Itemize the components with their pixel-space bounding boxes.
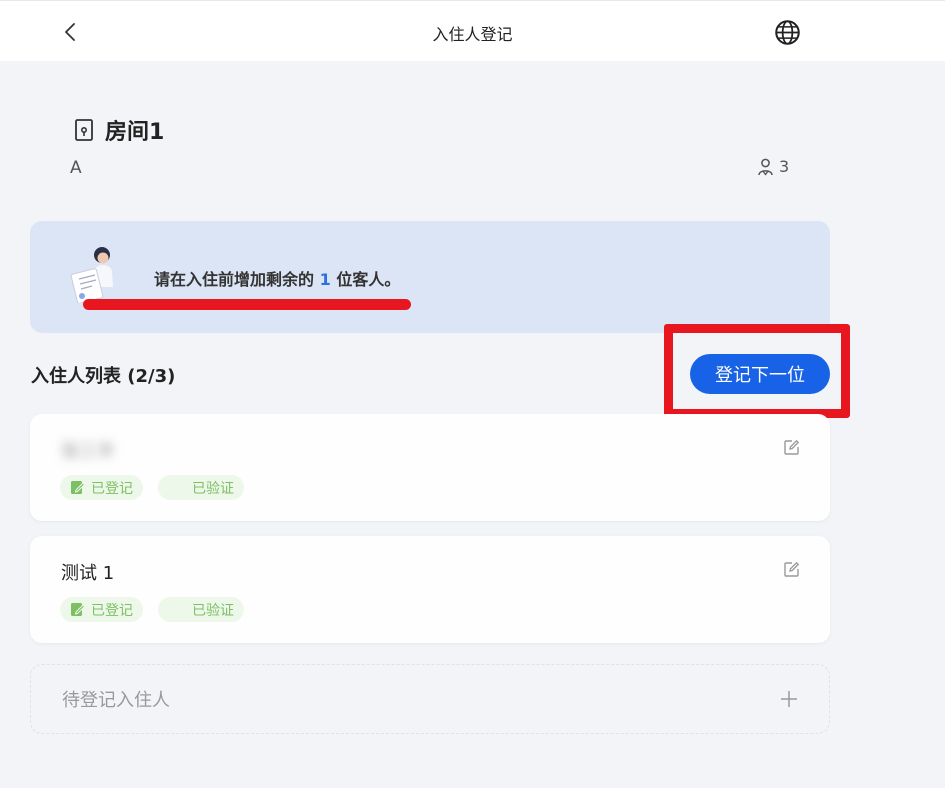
- remaining-guests-count: 1: [319, 270, 331, 289]
- room-type: A: [70, 158, 82, 178]
- verified-badge: 已验证: [158, 475, 244, 500]
- notice-suffix: 位客人。: [336, 270, 401, 289]
- guest-icon: [758, 158, 773, 176]
- verified-label: 已验证: [192, 480, 234, 497]
- guest-card[interactable]: 张三丰 已登记 已验证: [30, 414, 830, 521]
- guest-card[interactable]: 测试 1 已登记 已验证: [30, 536, 830, 643]
- guest-count-value: 3: [779, 157, 790, 176]
- registered-icon: [71, 603, 85, 616]
- verified-label: 已验证: [192, 602, 234, 619]
- registered-badge: 已登记: [60, 475, 143, 500]
- status-tags: 已登记 已验证: [60, 475, 244, 500]
- plus-icon[interactable]: [780, 690, 798, 708]
- guest-capacity: 3: [757, 157, 789, 176]
- globe-icon: [775, 20, 800, 45]
- notice-message: 请在入住前增加剩余的 1 位客人。: [154, 266, 400, 290]
- room-name: 房间1: [105, 120, 165, 145]
- registered-label: 已登记: [91, 602, 133, 619]
- notice-banner: 请在入住前增加剩余的 1 位客人。: [30, 221, 830, 333]
- page-title: 入住人登记: [432, 25, 513, 44]
- notice-prefix: 请在入住前增加剩余的: [154, 270, 315, 289]
- registered-badge: 已登记: [60, 597, 143, 622]
- status-tags: 已登记 已验证: [60, 597, 244, 622]
- guest-name: 测试 1: [61, 563, 115, 584]
- edit-icon[interactable]: [783, 561, 800, 578]
- language-button[interactable]: [774, 19, 801, 46]
- guest-name: 张三丰: [61, 441, 115, 462]
- edit-icon[interactable]: [783, 439, 800, 456]
- door-icon: [75, 119, 93, 141]
- registered-icon: [71, 481, 85, 494]
- verified-badge: 已验证: [158, 597, 244, 622]
- top-bar: 入住人登记: [0, 0, 945, 61]
- registered-label: 已登记: [91, 480, 133, 497]
- add-pending-guest[interactable]: 待登记入住人: [30, 664, 830, 734]
- pending-guest-label: 待登记入住人: [62, 690, 170, 711]
- guest-list-title: 入住人列表 (2/3): [31, 366, 176, 387]
- annotation-underline: [83, 299, 411, 310]
- guest-illustration-icon: [70, 247, 113, 303]
- register-next-button[interactable]: 登记下一位: [690, 354, 830, 394]
